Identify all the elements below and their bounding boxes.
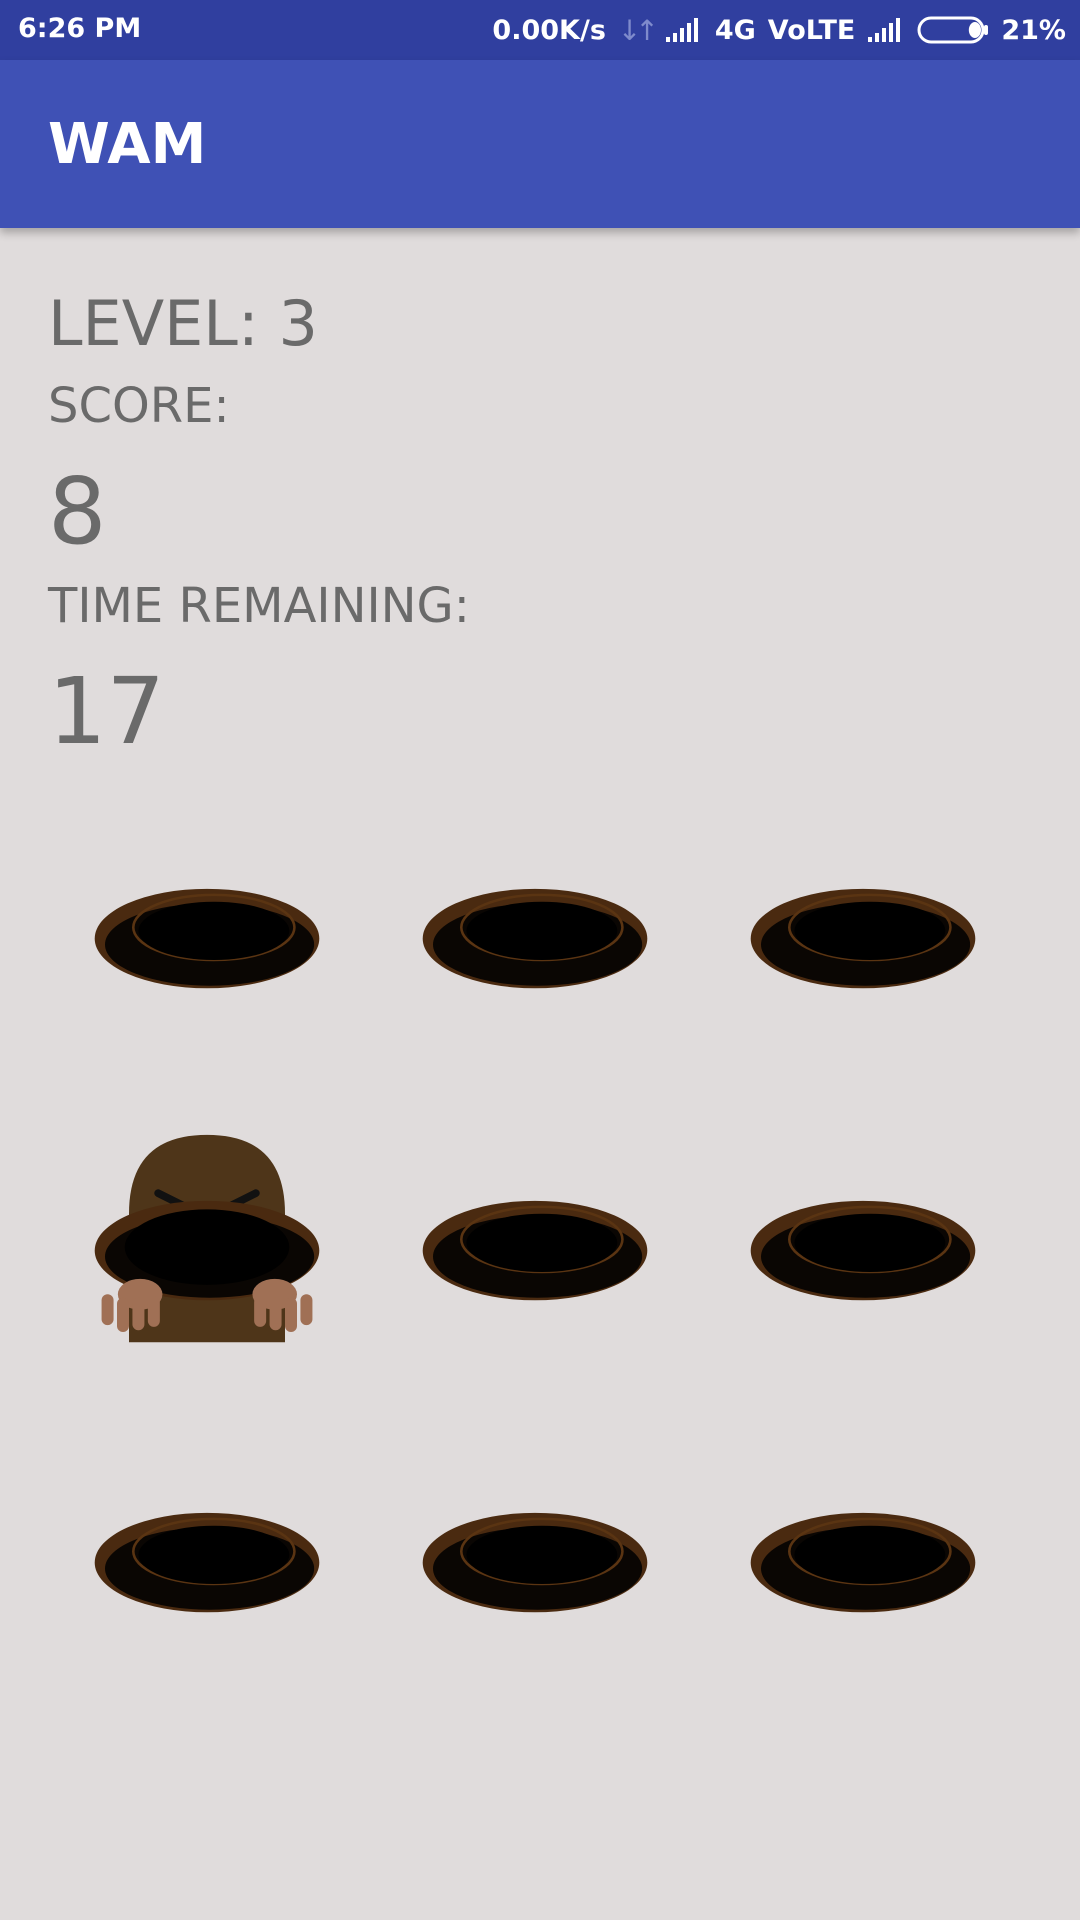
mole-hole[interactable]: [74, 804, 340, 1044]
level-label: LEVEL: 3: [48, 287, 318, 360]
mole-hole[interactable]: [402, 1116, 668, 1356]
status-icons: 0.00K/s ↓↑ 4G VoLTE 21%: [492, 8, 1066, 52]
score-value: 8: [48, 458, 107, 565]
network-speed: 0.00K/s: [492, 14, 606, 46]
hole-icon: [422, 888, 648, 989]
mole-icon: [94, 1134, 320, 1343]
time-remaining-label: TIME REMAINING:: [48, 578, 470, 634]
mole-hole[interactable]: [730, 1116, 996, 1356]
battery-icon: [917, 16, 989, 44]
hole-icon: [750, 888, 976, 989]
mole-hole[interactable]: [74, 1428, 340, 1668]
status-bar: 6:26 PM 0.00K/s ↓↑ 4G VoLTE 21%: [0, 0, 1080, 60]
score-label: SCORE:: [48, 378, 230, 434]
signal-icon: [867, 17, 905, 43]
app-title: WAM: [48, 112, 207, 177]
volte-label: VoLTE: [767, 14, 856, 46]
status-time: 6:26 PM: [18, 13, 142, 44]
network-type: 4G: [714, 14, 756, 46]
signal-icon: [665, 17, 703, 43]
hole-icon: [94, 888, 320, 989]
hole-icon: [422, 1512, 648, 1613]
app-bar: WAM: [0, 60, 1080, 228]
mole-hole[interactable]: [402, 804, 668, 1044]
hole-icon: [422, 1200, 648, 1301]
time-remaining-value: 17: [48, 658, 166, 765]
mole-hole-with-mole[interactable]: [74, 1116, 340, 1356]
hole-icon: [750, 1512, 976, 1613]
battery-percent: 21%: [1001, 14, 1066, 46]
hole-icon: [750, 1200, 976, 1301]
data-arrows-icon: ↓↑: [617, 13, 659, 47]
hole-icon: [94, 1512, 320, 1613]
mole-hole[interactable]: [730, 804, 996, 1044]
mole-hole[interactable]: [730, 1428, 996, 1668]
mole-hole[interactable]: [402, 1428, 668, 1668]
